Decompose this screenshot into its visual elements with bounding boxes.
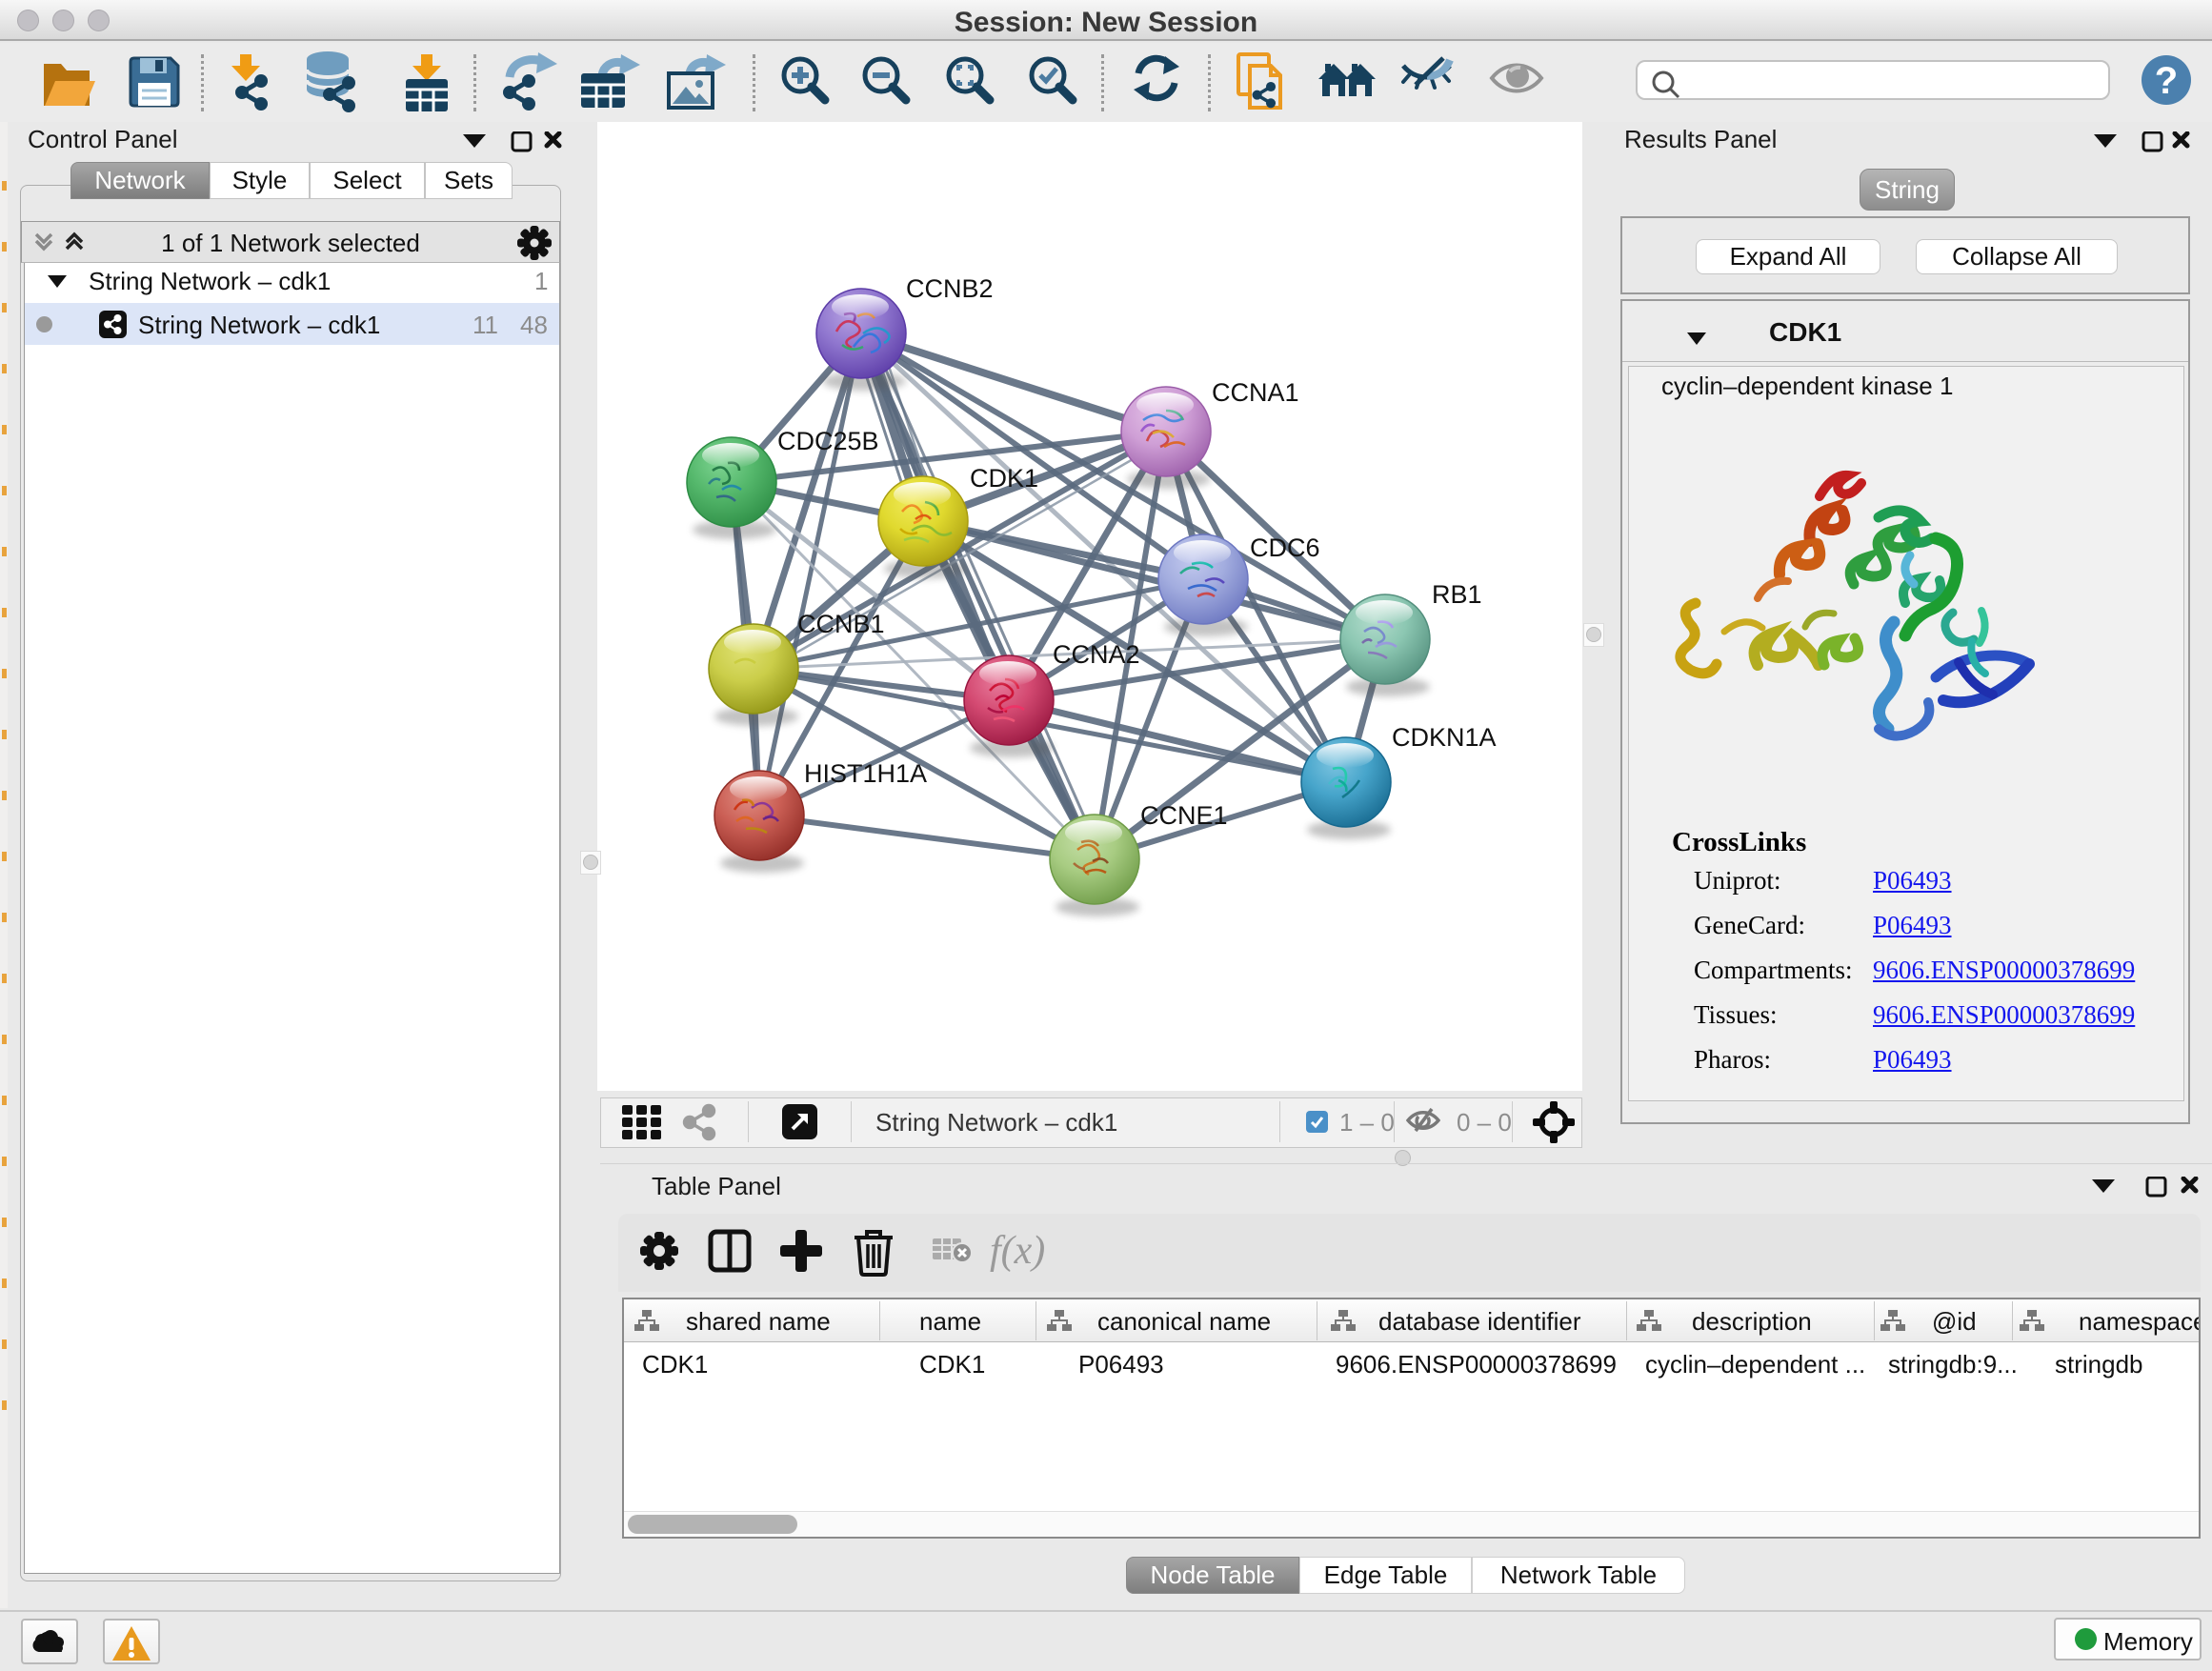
svg-text:CDKN1A: CDKN1A: [1392, 723, 1497, 752]
svg-text:CDC6: CDC6: [1250, 534, 1320, 562]
svg-text:CCNB1: CCNB1: [797, 610, 885, 638]
svg-text:CCNA2: CCNA2: [1053, 640, 1140, 669]
svg-text:CDK1: CDK1: [970, 464, 1038, 493]
svg-text:f(x): f(x): [990, 1229, 1045, 1273]
svg-text:CCNB2: CCNB2: [906, 274, 994, 303]
svg-text:HIST1H1A: HIST1H1A: [804, 759, 927, 788]
svg-text:CCNA1: CCNA1: [1212, 378, 1299, 407]
svg-text:RB1: RB1: [1432, 580, 1482, 609]
svg-text:CDC25B: CDC25B: [777, 427, 879, 455]
svg-text:CCNE1: CCNE1: [1140, 801, 1228, 830]
